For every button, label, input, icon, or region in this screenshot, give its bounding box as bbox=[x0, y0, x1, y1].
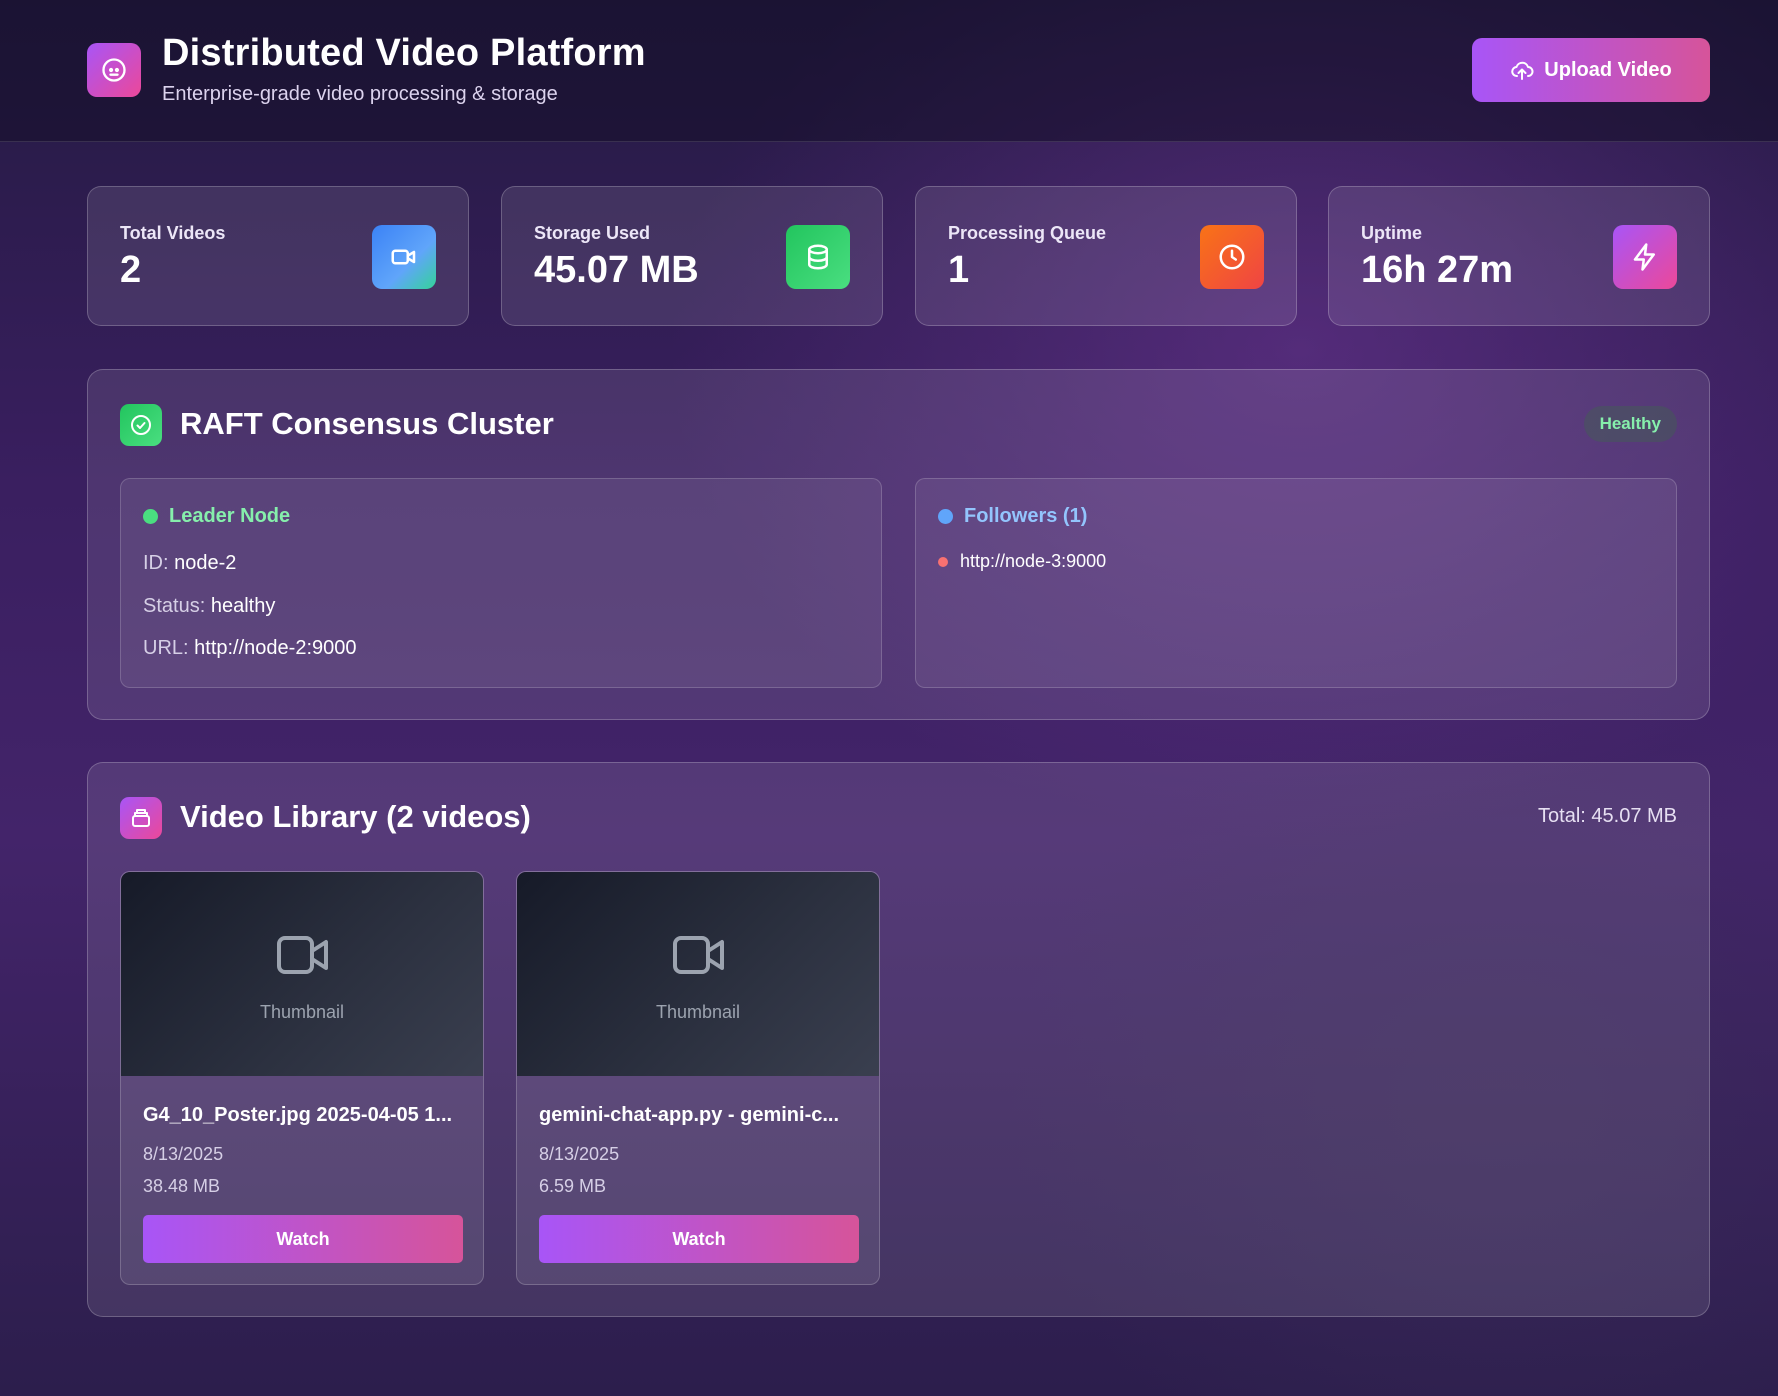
video-thumbnail[interactable]: Thumbnail bbox=[121, 872, 483, 1076]
status-badge: Healthy bbox=[1583, 406, 1677, 442]
video-card[interactable]: Thumbnail gemini-chat-app.py - gemini-c.… bbox=[516, 871, 880, 1285]
leader-url-row: URL: http://node-2:9000 bbox=[143, 637, 357, 660]
clock-icon bbox=[1200, 225, 1264, 289]
followers-label: Followers (1) bbox=[964, 505, 1088, 527]
video-camera-icon bbox=[673, 936, 724, 974]
leader-status-value: healthy bbox=[210, 595, 276, 617]
follower-dot bbox=[938, 556, 948, 567]
leader-status-dot bbox=[143, 509, 158, 524]
stat-label: Processing Queue bbox=[948, 223, 1107, 243]
stat-value: 1 bbox=[948, 249, 970, 291]
video-title: gemini-chat-app.py - gemini-c... bbox=[539, 1104, 840, 1126]
raft-cluster-panel: RAFT Consensus Cluster Healthy Leader No… bbox=[87, 369, 1710, 720]
watch-button[interactable]: Watch bbox=[143, 1215, 463, 1263]
app-title: Distributed Video Platform bbox=[162, 32, 646, 74]
video-library-panel: Video Library (2 videos) Total: 45.07 MB… bbox=[87, 762, 1710, 1317]
stat-value: 2 bbox=[120, 249, 142, 291]
follower-item: http://node-3:9000 bbox=[938, 551, 1106, 572]
stat-card-storage-used: Storage Used 45.07 MB bbox=[501, 186, 883, 326]
app-header: Distributed Video Platform Enterprise-gr… bbox=[0, 0, 1778, 142]
video-date: 8/13/2025 bbox=[143, 1144, 224, 1164]
leader-id-value: node-2 bbox=[174, 552, 237, 574]
cloud-upload-icon bbox=[1511, 61, 1534, 80]
leader-url-label: URL: bbox=[143, 637, 189, 659]
stat-value: 45.07 MB bbox=[534, 249, 699, 291]
video-card[interactable]: Thumbnail G4_10_Poster.jpg 2025-04-05 1.… bbox=[120, 871, 484, 1285]
leader-node-label: Leader Node bbox=[169, 505, 291, 527]
stat-label: Uptime bbox=[1361, 223, 1423, 243]
followers-box: Followers (1) http://node-3:9000 bbox=[915, 478, 1677, 688]
leader-url-value: http://node-2:9000 bbox=[194, 637, 357, 659]
upload-video-label: Upload Video bbox=[1544, 58, 1672, 81]
stat-card-processing-queue: Processing Queue 1 bbox=[915, 186, 1297, 326]
leader-node-heading: Leader Node bbox=[143, 505, 290, 528]
leader-status-label: Status: bbox=[143, 595, 206, 617]
video-camera-icon bbox=[277, 936, 328, 974]
follower-url: http://node-3:9000 bbox=[960, 551, 1107, 571]
upload-video-button[interactable]: Upload Video bbox=[1472, 38, 1710, 102]
leader-status-row: Status: healthy bbox=[143, 595, 275, 618]
archive-icon bbox=[120, 797, 162, 839]
followers-heading: Followers (1) bbox=[938, 505, 1087, 528]
stat-value: 16h 27m bbox=[1361, 249, 1514, 291]
video-icon bbox=[372, 225, 436, 289]
leader-id-label: ID: bbox=[143, 552, 169, 574]
watch-button[interactable]: Watch bbox=[539, 1215, 859, 1263]
app-subtitle: Enterprise-grade video processing & stor… bbox=[162, 83, 558, 105]
stat-label: Total Videos bbox=[120, 223, 226, 243]
lightning-icon bbox=[1613, 225, 1677, 289]
check-circle-icon bbox=[120, 404, 162, 446]
video-thumbnail[interactable]: Thumbnail bbox=[517, 872, 879, 1076]
followers-status-dot bbox=[938, 509, 953, 524]
thumbnail-label: Thumbnail bbox=[259, 1002, 345, 1022]
leader-node-box: Leader Node ID: node-2 Status: healthy U… bbox=[120, 478, 882, 688]
library-title: Video Library (2 videos) bbox=[180, 799, 531, 834]
library-total-size: Total: 45.07 MB bbox=[1538, 805, 1677, 827]
stat-card-uptime: Uptime 16h 27m bbox=[1328, 186, 1710, 326]
video-date: 8/13/2025 bbox=[539, 1144, 620, 1164]
thumbnail-label: Thumbnail bbox=[655, 1002, 741, 1022]
cluster-title: RAFT Consensus Cluster bbox=[180, 406, 554, 441]
database-icon bbox=[786, 225, 850, 289]
leader-id-row: ID: node-2 bbox=[143, 552, 236, 575]
stat-card-total-videos: Total Videos 2 bbox=[87, 186, 469, 326]
video-size: 6.59 MB bbox=[539, 1176, 607, 1196]
video-title: G4_10_Poster.jpg 2025-04-05 1... bbox=[143, 1104, 453, 1126]
video-size: 38.48 MB bbox=[143, 1176, 221, 1196]
app-logo-icon bbox=[87, 43, 141, 97]
stat-label: Storage Used bbox=[534, 223, 651, 243]
